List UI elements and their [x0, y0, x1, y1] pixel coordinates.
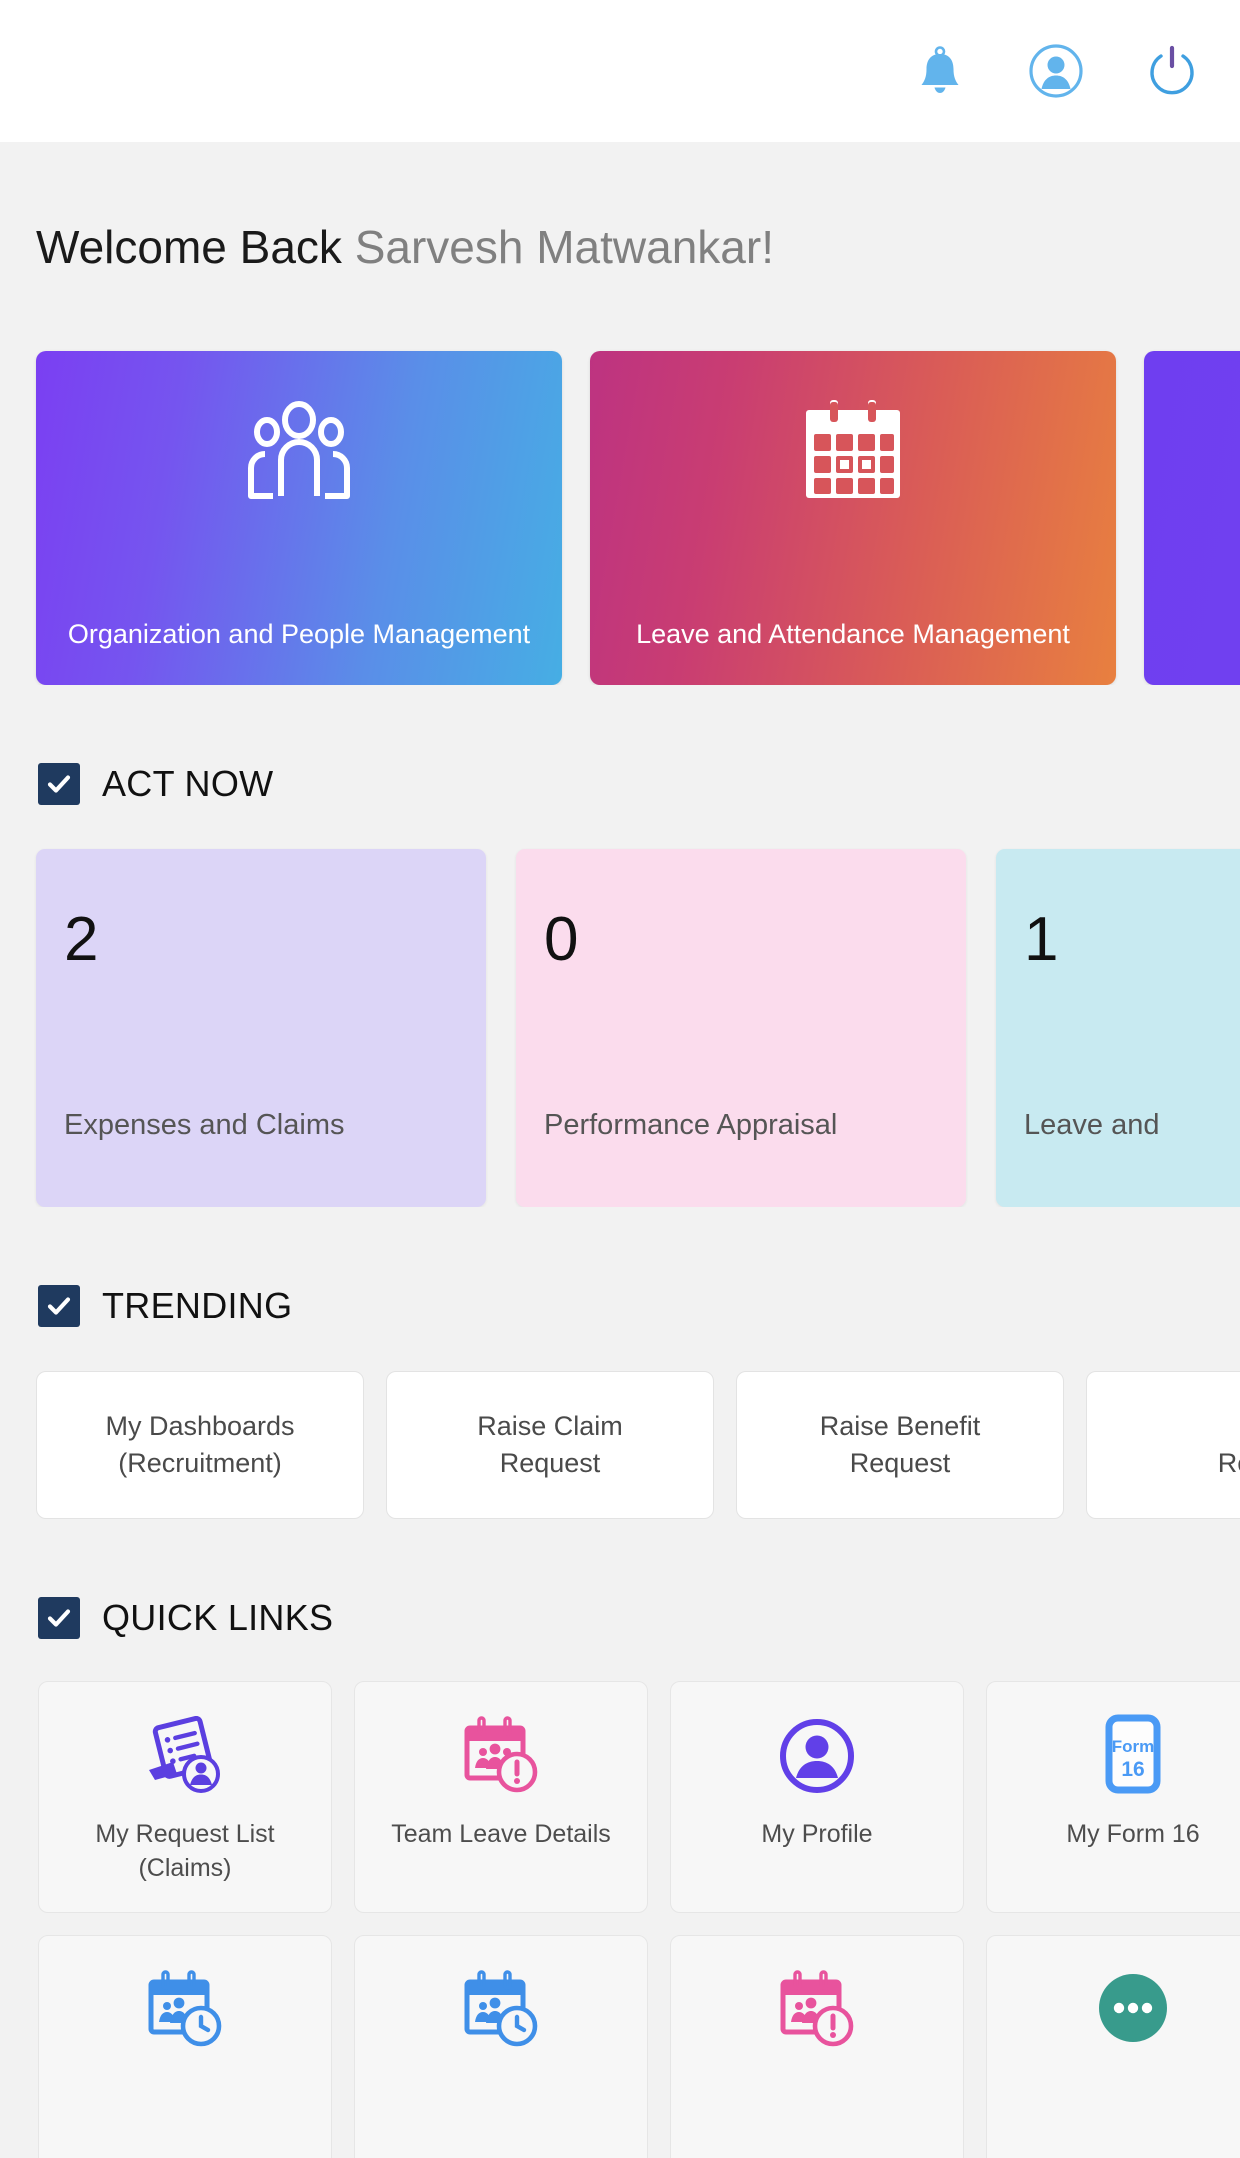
document-list-person-icon [143, 1708, 227, 1804]
trending-card-line2: (Recruitment) [118, 1448, 282, 1478]
page-title: Welcome Back Sarvesh Matwankar! [0, 142, 1240, 270]
quick-link-label: Team Leave Details [391, 1820, 611, 1848]
module-card-title: Leave and Attendance Management [636, 619, 1070, 650]
quick-link-label: My Profile [761, 1820, 873, 1848]
quick-link-label: My Form 16 [1066, 1820, 1200, 1848]
quick-links-grid[interactable]: My Request List (Claims) Team Leave Deta… [0, 1639, 1240, 2158]
act-now-checkbox[interactable] [38, 763, 80, 805]
notifications-bell-icon[interactable] [910, 41, 970, 101]
people-group-icon [243, 397, 355, 507]
trending-card-line2: Request [849, 1448, 951, 1478]
act-now-count: 2 [64, 905, 99, 974]
quick-link-partial-3[interactable] [670, 1935, 964, 2158]
calendar-people-alert-icon [775, 1962, 859, 2058]
act-now-count: 0 [544, 905, 579, 974]
trending-card-line1: Raise Claim [477, 1410, 623, 1441]
quick-link-partial-4[interactable] [986, 1935, 1240, 2158]
trending-card-line1: Raise Benefit [819, 1410, 981, 1441]
trending-card-line2: Requ [1217, 1448, 1240, 1478]
section-header-act-now: ACT NOW [0, 763, 1240, 805]
act-now-label: Expenses and Claims [64, 1109, 345, 1142]
act-now-count: 1 [1024, 905, 1059, 974]
act-now-card-row[interactable]: 2 Expenses and Claims 0 Performance Appr… [0, 805, 1240, 1207]
module-card-leave-attendance-management[interactable]: Leave and Attendance Management [590, 351, 1116, 685]
form-16-document-icon: Form 16 [1095, 1708, 1171, 1804]
quick-links-checkbox[interactable] [38, 1597, 80, 1639]
calendar-people-alert-icon [459, 1708, 543, 1804]
module-card-carousel[interactable]: Organization and People Management Leave… [0, 270, 1240, 685]
module-card-recruitment-partial[interactable]: R [1144, 351, 1240, 685]
section-title: QUICK LINKS [102, 1597, 334, 1638]
welcome-user-name: Sarvesh Matwankar! [354, 221, 774, 273]
calendar-people-clock-icon [143, 1962, 227, 2058]
section-header-quick-links: QUICK LINKS [0, 1597, 1240, 1639]
act-now-label: Performance Appraisal [544, 1109, 838, 1142]
act-now-card-expenses-and-claims[interactable]: 2 Expenses and Claims [36, 849, 486, 1207]
trending-card-raise-benefit-request[interactable]: Raise Benefit Request [736, 1371, 1064, 1519]
trending-card-raise-claim-request[interactable]: Raise Claim Request [386, 1371, 714, 1519]
quick-link-partial-1[interactable] [38, 1935, 332, 2158]
person-circle-icon [777, 1708, 857, 1804]
top-bar [0, 0, 1240, 142]
act-now-card-performance-appraisal[interactable]: 0 Performance Appraisal [516, 849, 966, 1207]
act-now-card-leave-and-attendance[interactable]: 1 Leave and [996, 849, 1240, 1207]
svg-text:16: 16 [1121, 1758, 1144, 1781]
trending-checkbox[interactable] [38, 1285, 80, 1327]
section-header-trending: TRENDING [0, 1285, 1240, 1327]
section-title: TRENDING [102, 1285, 293, 1326]
quick-link-my-request-list-claims[interactable]: My Request List (Claims) [38, 1681, 332, 1913]
svg-text:Form: Form [1112, 1737, 1155, 1756]
more-options-icon [1091, 1962, 1175, 2058]
quick-link-my-form-16[interactable]: Form 16 My Form 16 [986, 1681, 1240, 1913]
quick-link-partial-2[interactable] [354, 1935, 648, 2158]
module-card-title: R [1144, 617, 1240, 653]
module-card-organization-people-management[interactable]: Organization and People Management [36, 351, 562, 685]
dashboard-page: Welcome Back Sarvesh Matwankar! Organiza… [0, 142, 1240, 2158]
welcome-greeting: Welcome Back [36, 221, 342, 273]
act-now-label: Leave and [1024, 1109, 1160, 1142]
section-title: ACT NOW [102, 763, 274, 804]
quick-link-label: My Request List (Claims) [95, 1820, 275, 1882]
user-avatar-icon[interactable] [1026, 41, 1086, 101]
calendar-people-clock-icon [459, 1962, 543, 2058]
trending-card-row[interactable]: My Dashboards (Recruitment) Raise Claim … [0, 1327, 1240, 1519]
trending-card-line1: My Dashboards [105, 1410, 295, 1441]
trending-card-partial[interactable]: In Requ [1086, 1371, 1240, 1519]
calendar-icon [800, 397, 906, 507]
quick-link-my-profile[interactable]: My Profile [670, 1681, 964, 1913]
trending-card-line2: Request [499, 1448, 601, 1478]
quick-link-team-leave-details[interactable]: Team Leave Details [354, 1681, 648, 1913]
power-logout-icon[interactable] [1142, 41, 1202, 101]
trending-card-my-dashboards-recruitment[interactable]: My Dashboards (Recruitment) [36, 1371, 364, 1519]
module-card-title: Organization and People Management [67, 619, 531, 650]
